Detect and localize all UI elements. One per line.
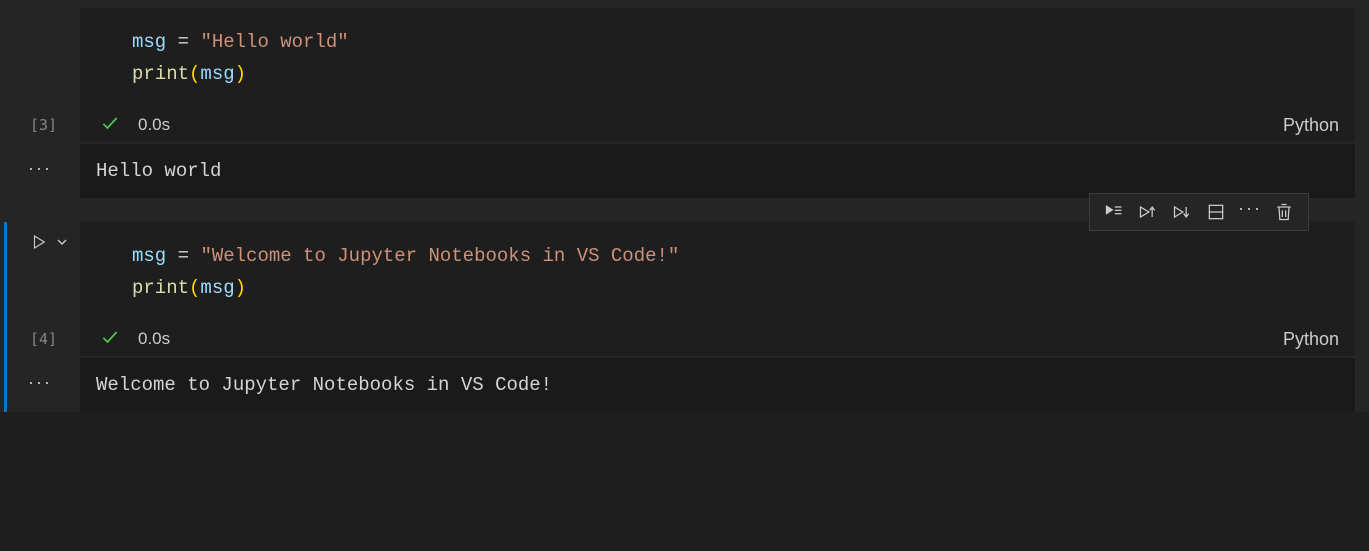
status-left: 0.0s [100,327,170,352]
cell-marker [4,222,7,412]
status-left: 0.0s [100,113,170,138]
code-line: print(msg) [132,58,1355,90]
execute-above-button[interactable] [1134,198,1162,226]
code-line: msg = "Hello world" [132,26,1355,58]
bottom-spacer [0,436,1369,464]
cell-gutter: [3] ··· [0,8,80,198]
output-toggle[interactable]: ··· [0,354,80,410]
execution-time: 0.0s [138,329,170,349]
success-check-icon [100,327,120,352]
language-label[interactable]: Python [1283,115,1339,136]
success-check-icon [100,113,120,138]
delete-cell-button[interactable] [1270,198,1298,226]
split-cell-button[interactable] [1202,198,1230,226]
run-cell-button[interactable] [30,233,48,256]
execution-time: 0.0s [138,115,170,135]
cell-gutter: [4] ··· [0,222,80,412]
code-line: msg = "Welcome to Jupyter Notebooks in V… [132,240,1355,272]
cell-output: Hello world [80,144,1355,198]
code-editor[interactable]: msg = "Welcome to Jupyter Notebooks in V… [80,222,1355,322]
code-editor[interactable]: msg = "Hello world" print(msg) [80,8,1355,108]
cell-marker [4,8,7,198]
chevron-down-icon[interactable] [54,234,70,255]
notebook-cell[interactable]: ··· [4] ··· msg = "Welcome to Jupyter No… [0,222,1369,412]
run-by-line-button[interactable] [1100,198,1128,226]
notebook-container: [3] ··· msg = "Hello world" print(msg) 0… [0,0,1369,412]
code-line: print(msg) [132,272,1355,304]
notebook-cell[interactable]: [3] ··· msg = "Hello world" print(msg) 0… [0,8,1369,198]
cell-content: msg = "Hello world" print(msg) 0.0s Pyth… [80,8,1355,198]
cell-toolbar: ··· [1089,193,1309,231]
execution-count: [3] [0,110,80,140]
cell-output: Welcome to Jupyter Notebooks in VS Code! [80,358,1355,412]
cell-status-bar: 0.0s Python [80,322,1355,356]
cell-content: msg = "Welcome to Jupyter Notebooks in V… [80,222,1355,412]
execution-count: [4] [0,324,80,354]
more-actions-button[interactable]: ··· [1236,198,1264,226]
execute-below-button[interactable] [1168,198,1196,226]
output-toggle[interactable]: ··· [0,140,80,196]
cell-status-bar: 0.0s Python [80,108,1355,142]
language-label[interactable]: Python [1283,329,1339,350]
